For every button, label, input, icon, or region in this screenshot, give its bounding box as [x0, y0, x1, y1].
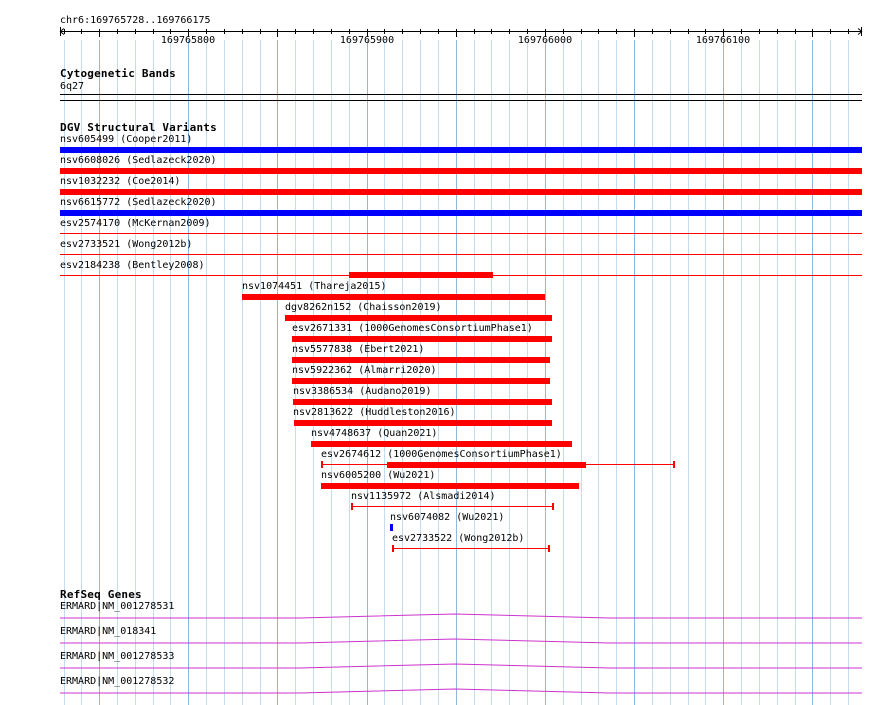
variant-label[interactable]: esv2184238 (Bentley2008): [60, 260, 205, 272]
variant-loss-bar[interactable]: [292, 357, 550, 363]
gene-label[interactable]: ERMARD|NM_001278531: [60, 601, 174, 613]
cytoband-bar-top: [60, 94, 862, 95]
variant-label[interactable]: esv2574170 (McKernan2009): [60, 218, 211, 230]
variant-label[interactable]: nsv605499 (Cooper2011): [60, 134, 192, 146]
variant-loss-bar[interactable]: [321, 483, 579, 489]
refseq-track-title: RefSeq Genes: [60, 588, 142, 601]
variant-range-line[interactable]: [351, 506, 554, 507]
variant-label[interactable]: nsv1074451 (Thareja2015): [242, 281, 387, 293]
gene-label[interactable]: ERMARD|NM_001278532: [60, 676, 174, 688]
ruler-tick-label: 169766100: [695, 35, 751, 46]
ruler-tick-label: 169765800: [160, 35, 216, 46]
variant-loss-bar[interactable]: [387, 462, 586, 468]
variant-gain-bar[interactable]: [60, 210, 862, 216]
variant-loss-bar[interactable]: [349, 272, 493, 278]
cytoband-bar-bottom: [60, 100, 862, 101]
variant-loss-bar[interactable]: [242, 294, 545, 300]
ruler-tick-label: 169766000: [517, 35, 573, 46]
variant-label[interactable]: nsv5577838 (Ebert2021): [292, 344, 424, 356]
variant-range-cap-right[interactable]: [673, 461, 675, 468]
variant-loss-line[interactable]: [60, 254, 862, 255]
dgv-track-title: DGV Structural Variants: [60, 121, 217, 134]
variant-range-line[interactable]: [392, 548, 550, 549]
variant-label[interactable]: nsv1032232 (Coe2014): [60, 176, 180, 188]
variant-label[interactable]: nsv2813622 (Huddleston2016): [293, 407, 456, 419]
variant-loss-bar[interactable]: [285, 315, 552, 321]
variant-loss-bar[interactable]: [60, 189, 862, 195]
variant-label[interactable]: esv2733521 (Wong2012b): [60, 239, 192, 251]
variant-label[interactable]: nsv6615772 (Sedlazeck2020): [60, 197, 217, 209]
variant-range-cap-left[interactable]: [351, 503, 353, 510]
variant-loss-bar[interactable]: [293, 399, 552, 405]
variant-loss-bar[interactable]: [294, 420, 552, 426]
variant-label[interactable]: esv2674612 (1000GenomesConsortiumPhase1): [321, 449, 562, 461]
variant-loss-bar[interactable]: [60, 168, 862, 174]
variant-range-cap-left[interactable]: [392, 545, 394, 552]
variant-gain-bar[interactable]: [60, 147, 862, 153]
variant-range-cap-left[interactable]: [321, 461, 323, 468]
variant-label[interactable]: nsv1135972 (Alsmadi2014): [351, 491, 496, 503]
variant-range-cap-right[interactable]: [552, 503, 554, 510]
variant-range-cap-right[interactable]: [548, 545, 550, 552]
variant-label[interactable]: nsv6005200 (Wu2021): [321, 470, 435, 482]
ruler-tick-label: 169765900: [339, 35, 395, 46]
variant-label[interactable]: nsv4748637 (Quan2021): [311, 428, 437, 440]
cytoband-label: 6q27: [60, 81, 85, 92]
cytoband-track-title: Cytogenetic Bands: [60, 67, 176, 80]
variant-gain-bar[interactable]: [390, 524, 393, 531]
variant-label[interactable]: nsv6608026 (Sedlazeck2020): [60, 155, 217, 167]
gene-label[interactable]: ERMARD|NM_001278533: [60, 651, 174, 663]
variant-loss-line[interactable]: [60, 233, 862, 234]
variant-label[interactable]: nsv6074082 (Wu2021): [390, 512, 504, 524]
region-label: chr6:169765728..169766175: [60, 15, 211, 26]
gene-label[interactable]: ERMARD|NM_018341: [60, 626, 156, 638]
variant-loss-bar[interactable]: [292, 336, 552, 342]
variant-label[interactable]: nsv5922362 (Almarri2020): [292, 365, 437, 377]
variant-label[interactable]: dgv8262n152 (Chaisson2019): [285, 302, 442, 314]
variant-label[interactable]: esv2733522 (Wong2012b): [392, 533, 524, 545]
variant-label[interactable]: esv2671331 (1000GenomesConsortiumPhase1): [292, 323, 533, 335]
variant-loss-bar[interactable]: [311, 441, 572, 447]
variant-label[interactable]: nsv3386534 (Audano2019): [293, 386, 431, 398]
variant-loss-bar[interactable]: [292, 378, 550, 384]
